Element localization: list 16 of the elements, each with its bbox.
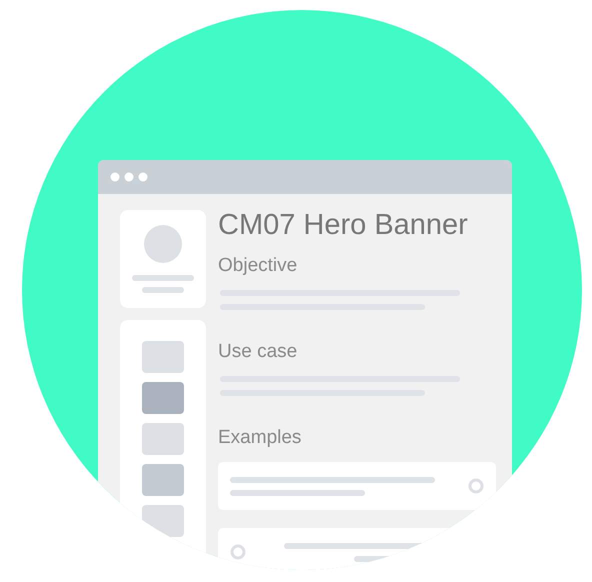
page-title: CM07 Hero Banner — [218, 208, 469, 242]
avatar-icon — [144, 225, 182, 263]
section-heading: Use case — [218, 340, 298, 364]
sidebar-item[interactable] — [142, 423, 184, 455]
text-placeholder — [132, 275, 194, 281]
section-heading: Objective — [218, 254, 298, 278]
sidebar-item[interactable] — [142, 505, 184, 537]
text-placeholder — [142, 287, 184, 293]
sidebar-item[interactable] — [142, 464, 184, 496]
example-card[interactable] — [218, 462, 496, 510]
sidebar-item[interactable] — [142, 341, 184, 373]
window-dots-icon — [110, 172, 148, 182]
section-heading: Examples — [218, 426, 302, 450]
radio-icon — [468, 478, 484, 494]
sidebar-item[interactable] — [142, 382, 184, 414]
radio-icon — [230, 544, 246, 560]
